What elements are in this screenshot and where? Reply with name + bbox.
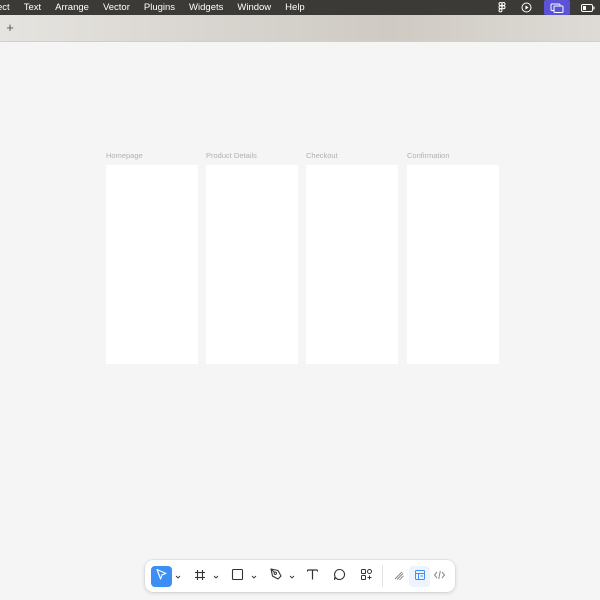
draw-mode-icon bbox=[393, 568, 405, 586]
design-mode-button[interactable] bbox=[409, 566, 430, 587]
pen-icon bbox=[269, 567, 283, 586]
menu-bar: ect Text Arrange Vector Plugins Widgets … bbox=[0, 0, 600, 15]
screen-share-icon[interactable] bbox=[544, 0, 570, 15]
actions-grid-icon bbox=[360, 568, 373, 586]
dev-mode-button[interactable] bbox=[429, 566, 450, 587]
frame-label-product-details[interactable]: Product Details bbox=[206, 151, 257, 160]
comment-tool-button[interactable] bbox=[329, 566, 350, 587]
draw-mode-button[interactable] bbox=[388, 566, 409, 587]
new-tab-button[interactable]: + bbox=[4, 21, 16, 35]
battery-icon bbox=[581, 0, 595, 15]
frame-tool-button[interactable] bbox=[189, 566, 210, 587]
comment-bubble-icon bbox=[333, 568, 346, 586]
frame-product-details[interactable] bbox=[206, 165, 298, 364]
text-tool-button[interactable] bbox=[302, 566, 323, 587]
hash-frame-icon bbox=[194, 568, 206, 586]
frame-label-checkout[interactable]: Checkout bbox=[306, 151, 338, 160]
pen-tool-button[interactable] bbox=[265, 566, 286, 587]
frame-checkout[interactable] bbox=[306, 165, 398, 364]
menu-arrange[interactable]: Arrange bbox=[48, 0, 96, 15]
chevron-down-icon[interactable] bbox=[175, 572, 181, 581]
menubar-status-icons bbox=[490, 0, 600, 15]
menu-widgets[interactable]: Widgets bbox=[182, 0, 230, 15]
shape-tool-button[interactable] bbox=[227, 566, 248, 587]
frame-homepage[interactable] bbox=[106, 165, 198, 364]
figma-icon[interactable] bbox=[495, 0, 509, 15]
menu-vector[interactable]: Vector bbox=[96, 0, 137, 15]
bottom-toolbar bbox=[145, 560, 455, 592]
toolbar-divider bbox=[382, 565, 383, 587]
rectangle-icon bbox=[231, 568, 244, 586]
frame-confirmation[interactable] bbox=[407, 165, 499, 364]
play-icon[interactable] bbox=[519, 0, 533, 15]
design-mode-icon bbox=[414, 568, 426, 586]
menu-window[interactable]: Window bbox=[230, 0, 278, 15]
menu-help[interactable]: Help bbox=[278, 0, 312, 15]
cursor-arrow-icon bbox=[155, 568, 168, 586]
chevron-down-icon[interactable] bbox=[251, 572, 257, 581]
frame-label-homepage[interactable]: Homepage bbox=[106, 151, 143, 160]
chevron-down-icon[interactable] bbox=[213, 572, 219, 581]
chevron-down-icon[interactable] bbox=[289, 572, 295, 581]
frame-label-confirmation[interactable]: Confirmation bbox=[407, 151, 450, 160]
text-t-icon bbox=[306, 568, 319, 586]
dev-mode-code-icon bbox=[433, 568, 446, 586]
menu-plugins[interactable]: Plugins bbox=[137, 0, 182, 15]
move-tool-button[interactable] bbox=[151, 566, 172, 587]
menu-object[interactable]: ect bbox=[0, 0, 17, 15]
menu-text[interactable]: Text bbox=[17, 0, 48, 15]
actions-tool-button[interactable] bbox=[356, 566, 377, 587]
tab-strip: + bbox=[0, 15, 600, 42]
